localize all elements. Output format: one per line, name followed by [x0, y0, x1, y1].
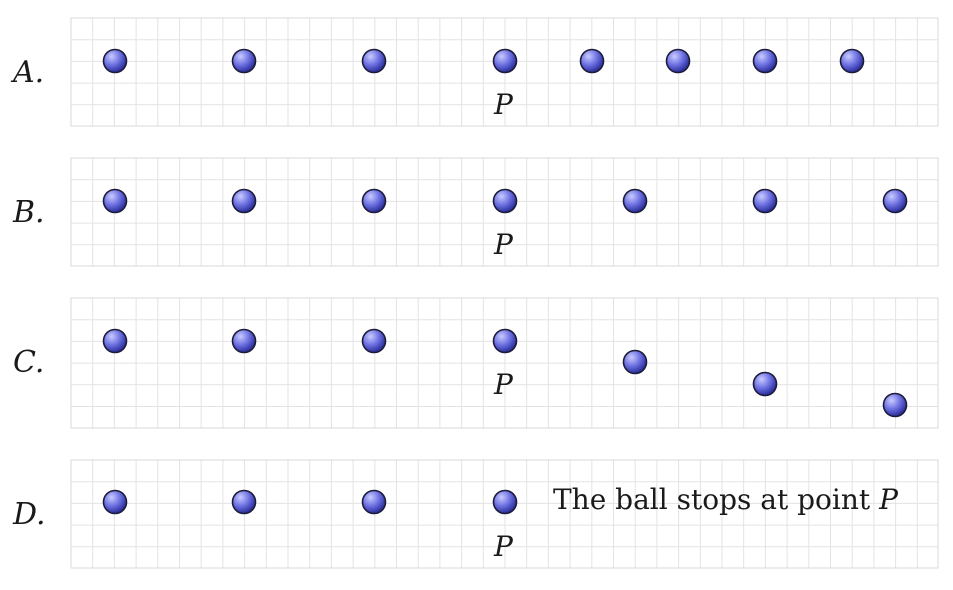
option-a-ball-3 — [361, 48, 387, 74]
option-b-label: B. — [13, 195, 45, 230]
option-b-ball-1 — [102, 188, 128, 214]
option-d-ball-3 — [361, 489, 387, 515]
option-d-ball-1 — [102, 489, 128, 515]
option-d-stop-note-text: The ball stops at point — [553, 483, 871, 516]
option-c-ball-1 — [102, 328, 128, 354]
option-c-panel — [70, 297, 939, 429]
option-b-ball-2 — [231, 188, 257, 214]
option-c-ball-4 — [492, 328, 518, 354]
option-b-ball-7 — [882, 188, 908, 214]
option-d-stop-note: The ball stops at point P — [553, 486, 898, 514]
option-d-ball-2 — [231, 489, 257, 515]
option-d-point-p-label: P — [494, 530, 513, 563]
option-b-ball-6 — [752, 188, 778, 214]
option-c-ball-6 — [752, 371, 778, 397]
option-a-point-p-label: P — [494, 88, 513, 121]
option-d-label: D. — [13, 497, 46, 532]
option-d-ball-4 — [492, 489, 518, 515]
option-b-ball-4 — [492, 188, 518, 214]
option-a-ball-1 — [102, 48, 128, 74]
option-b-point-p-label: P — [494, 228, 513, 261]
option-c-label: C. — [13, 345, 45, 380]
option-c-ball-5 — [622, 349, 648, 375]
option-c-ball-3 — [361, 328, 387, 354]
option-c-ball-7 — [882, 392, 908, 418]
option-b-ball-5 — [622, 188, 648, 214]
option-c-point-p-label: P — [494, 368, 513, 401]
option-c-ball-2 — [231, 328, 257, 354]
option-a-ball-7 — [752, 48, 778, 74]
option-a-ball-2 — [231, 48, 257, 74]
option-a-ball-5 — [579, 48, 605, 74]
option-b-ball-3 — [361, 188, 387, 214]
option-c-grid — [70, 297, 938, 428]
option-a-ball-6 — [665, 48, 691, 74]
option-a-ball-4 — [492, 48, 518, 74]
option-a-label: A. — [13, 55, 45, 90]
option-d-stop-note-point: P — [879, 483, 898, 516]
option-a-ball-8 — [839, 48, 865, 74]
